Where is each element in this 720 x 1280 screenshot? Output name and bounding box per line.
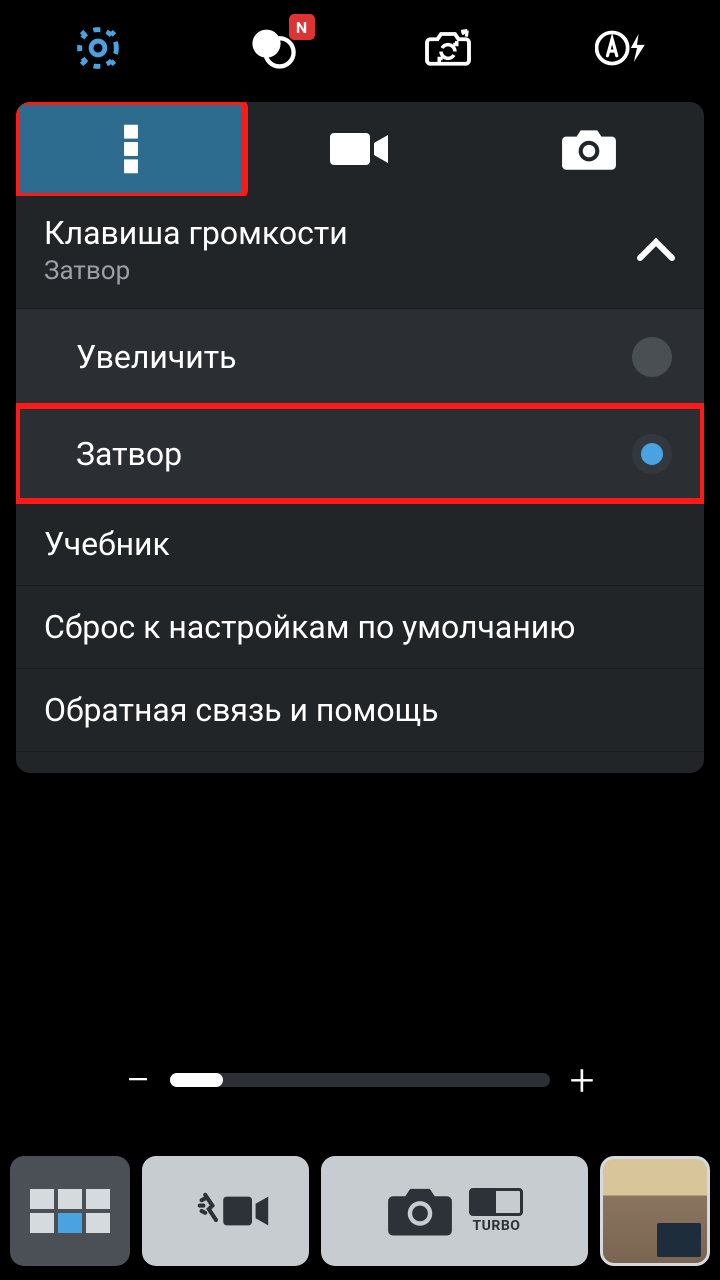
setting-tutorial[interactable]: Учебник — [16, 502, 704, 585]
option-label: Затвор — [76, 435, 182, 473]
settings-button[interactable] — [70, 20, 126, 76]
auto-flash-icon — [595, 24, 651, 72]
setting-reset[interactable]: Сброс к настройкам по умолчанию — [16, 585, 704, 668]
setting-volume-key[interactable]: Клавиша громкости Затвор — [16, 196, 704, 308]
setting-title: Клавиша громкости — [44, 214, 348, 252]
zoom-in-icon[interactable]: + — [564, 1054, 600, 1106]
camera-icon — [560, 126, 618, 172]
settings-panel: Клавиша громкости Затвор Увеличить Затво… — [16, 196, 704, 773]
switch-camera-button[interactable] — [420, 20, 476, 76]
switch-camera-icon — [420, 23, 476, 73]
camera-shutter-icon — [385, 1184, 455, 1238]
flash-mode-button[interactable] — [595, 20, 651, 76]
mode-grid-button[interactable] — [10, 1156, 130, 1266]
record-video-button[interactable] — [142, 1156, 309, 1266]
zoom-slider[interactable]: − + — [0, 1054, 720, 1106]
zoom-out-icon[interactable]: − — [120, 1054, 156, 1106]
option-shutter[interactable]: Затвор — [16, 405, 704, 502]
motion-video-icon — [180, 1183, 270, 1239]
turbo-label: TURBO — [472, 1218, 520, 1234]
zoom-track[interactable] — [170, 1073, 550, 1087]
setting-label: Учебник — [44, 525, 170, 563]
setting-subtitle: Затвор — [44, 256, 348, 286]
turbo-toggle[interactable]: TURBO — [469, 1188, 523, 1234]
radio-on-icon — [632, 434, 672, 474]
bottom-bar: TURBO — [10, 1156, 710, 1266]
zoom-fill — [170, 1073, 223, 1087]
filters-button[interactable]: N — [245, 20, 301, 76]
setting-label: Сброс к настройкам по умолчанию — [44, 608, 575, 646]
turbo-indicator-icon — [469, 1188, 523, 1216]
chevron-up-icon — [636, 237, 676, 263]
tab-video[interactable] — [245, 102, 474, 196]
tab-more[interactable] — [16, 102, 245, 196]
mode-grid-icon — [30, 1189, 110, 1233]
tab-photo[interactable] — [475, 102, 704, 196]
video-icon — [329, 129, 391, 169]
panel-footer-spacer — [16, 751, 704, 773]
settings-tab-bar — [16, 102, 704, 196]
option-label: Увеличить — [76, 338, 237, 376]
more-vertical-icon — [121, 123, 141, 175]
gear-icon — [72, 22, 124, 74]
capture-photo-button[interactable]: TURBO — [321, 1156, 588, 1266]
top-toolbar: N — [0, 0, 720, 96]
setting-label: Обратная связь и помощь — [44, 691, 438, 729]
option-zoom[interactable]: Увеличить — [16, 308, 704, 405]
filters-badge: N — [289, 14, 315, 40]
radio-off-icon — [632, 337, 672, 377]
setting-feedback[interactable]: Обратная связь и помощь — [16, 668, 704, 751]
gallery-thumbnail[interactable] — [600, 1156, 710, 1266]
